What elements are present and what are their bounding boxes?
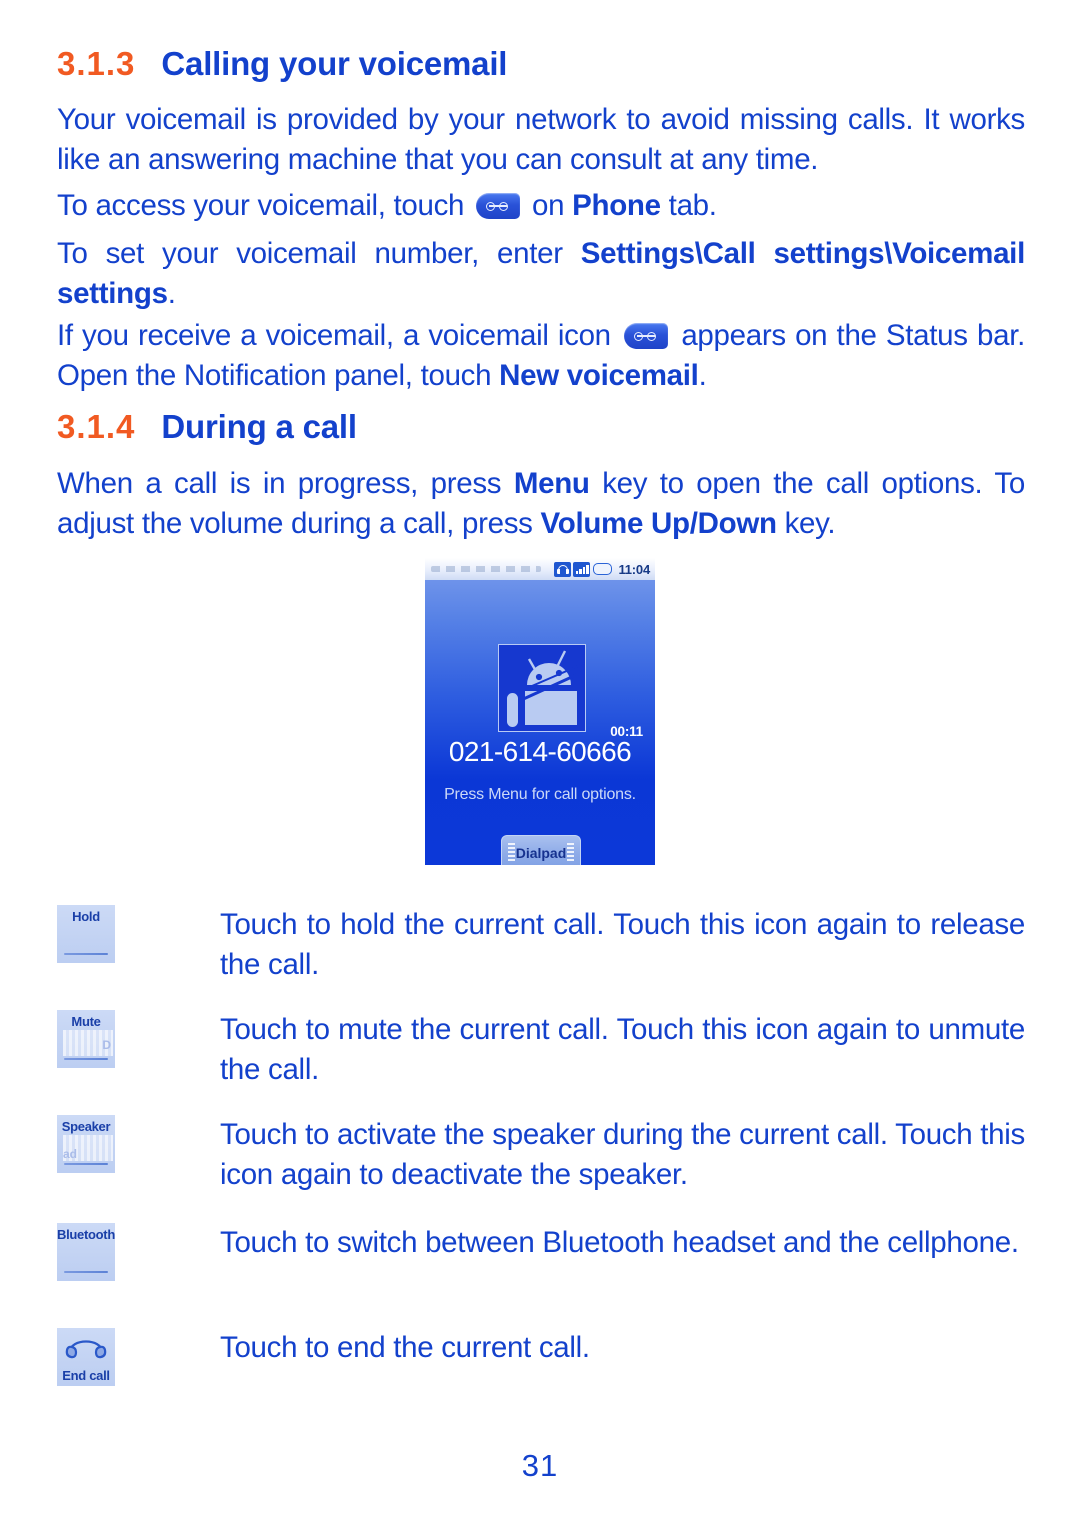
section-title: During a call [161, 408, 357, 445]
paragraph-voicemail-intro: Your voicemail is provided by your netwo… [57, 103, 1025, 176]
signal-strength-icon [573, 561, 591, 577]
page-number: 31 [521, 1448, 559, 1483]
bluetooth-button-icon[interactable]: Bluetooth [57, 1223, 115, 1281]
paragraph-during-call: When a call is in progress, press Menu k… [57, 464, 1025, 544]
hold-icon-underline [64, 952, 108, 955]
hold-description: Touch to hold the current call. Touch th… [220, 908, 1025, 981]
section-title: Calling your voicemail [161, 45, 508, 82]
speaker-icon-label: Speaker [61, 1119, 111, 1134]
p2-text-before: To access your voicemail, touch [57, 189, 465, 222]
end-call-button-icon[interactable]: End call [57, 1328, 115, 1386]
dialpad-button-label: Dialpad [515, 844, 567, 861]
contact-avatar [498, 644, 586, 732]
p5-text-a: When a call is in progress, press [57, 467, 502, 500]
p5-bold-volume: Volume Up/Down [540, 507, 777, 540]
end-call-icon-label: End call [62, 1368, 110, 1383]
dialpad-grip-right [567, 843, 574, 863]
paragraph-access-voicemail: To access your voicemail, touch on Phone… [57, 186, 1025, 226]
bluetooth-icon-label: Bluetooth [57, 1227, 115, 1242]
p2-bold-phone: Phone [572, 189, 661, 222]
voicemail-status-icon-reel-right [647, 331, 657, 341]
bluetooth-icon-underline [64, 1270, 108, 1273]
speaker-icon-ghost-texture: ad [63, 1135, 113, 1161]
headset-icon [554, 561, 572, 577]
call-phone-number: 021-614-60666 [448, 736, 632, 767]
section-heading-313: 3.1.3 Calling your voicemail [57, 45, 507, 83]
phone-call-screen-body: 00:11 021-614-60666 Press Menu for call … [425, 580, 655, 865]
section-number: 3.1.4 [57, 408, 136, 445]
call-options-hint: Press Menu for call options. [444, 786, 636, 803]
battery-icon [593, 563, 613, 575]
dialpad-grip-left [508, 843, 515, 863]
p2-text-tab: tab. [668, 189, 717, 222]
voicemail-status-icon-reel-left [634, 331, 644, 341]
handset-icon [65, 1340, 107, 1359]
bluetooth-description: Touch to switch between Bluetooth headse… [220, 1226, 1019, 1259]
status-bar-notification-smear [431, 566, 541, 572]
p4-text-before: If you receive a voicemail, a voicemail … [57, 319, 611, 352]
mute-icon-ghost-texture: D [63, 1030, 113, 1056]
section-number: 3.1.3 [57, 45, 136, 82]
hold-button-icon[interactable]: Hold [57, 905, 115, 963]
p4-bold-new-voicemail: New voicemail [499, 359, 699, 392]
speaker-icon-underline [64, 1162, 108, 1165]
phone-status-bar: 11:04 [425, 558, 655, 580]
hold-icon-label: Hold [72, 909, 100, 924]
status-bar-clock: 11:04 [618, 561, 650, 577]
mute-icon-label: Mute [71, 1014, 101, 1029]
speaker-description: Touch to activate the speaker during the… [220, 1118, 1025, 1191]
dialpad-button[interactable]: Dialpad [501, 835, 581, 865]
voicemail-status-icon [624, 323, 669, 349]
mute-description: Touch to mute the current call. Touch th… [220, 1013, 1025, 1086]
mute-icon-underline [64, 1057, 108, 1060]
p4-period: . [698, 359, 707, 392]
mute-button-icon[interactable]: Mute D [57, 1010, 115, 1068]
manual-page: 3.1.3 Calling your voicemail Your voicema… [0, 0, 1080, 1534]
p3-period: . [167, 277, 176, 310]
android-robot-icon [507, 650, 585, 727]
section-heading-314: 3.1.4 During a call [57, 408, 357, 446]
voicemail-icon-reel-right [499, 201, 509, 211]
speaker-button-icon[interactable]: Speaker ad [57, 1115, 115, 1173]
p2-text-on: on [531, 189, 565, 222]
p5-bold-menu: Menu [513, 467, 590, 500]
voicemail-icon-reel-left [486, 201, 496, 211]
paragraph-receive-voicemail: If you receive a voicemail, a voicemail … [57, 316, 1025, 396]
paragraph-set-voicemail-number: To set your voicemail number, enter Sett… [57, 234, 1025, 314]
end-call-description: Touch to end the current call. [220, 1331, 590, 1364]
voicemail-icon [476, 193, 521, 219]
p5-text-c: key. [784, 507, 836, 540]
phone-call-screenshot: 11:04 00:11 021-614-60666 Press Menu for… [425, 558, 655, 865]
p3-text-before: To set your voicemail number, enter [57, 237, 563, 270]
